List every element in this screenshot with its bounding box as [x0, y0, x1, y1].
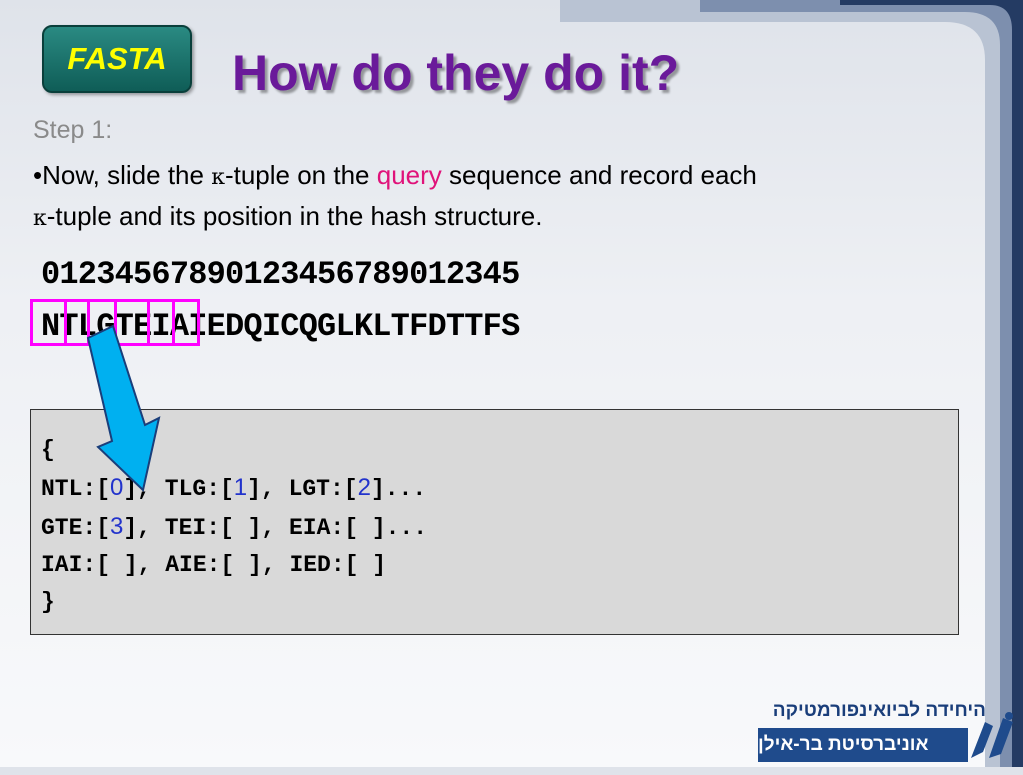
- hash-line-3: IAI:[ ], AIE:[ ], IED:[ ]: [41, 552, 387, 578]
- para-mid3: -tuple and its position in the hash stru…: [46, 201, 543, 231]
- hash-line-2: GTE:[3], TEI:[ ], EIA:[ ]...: [41, 513, 428, 541]
- hash-structure-box: { NTL:[0], TLG:[1], LGT:[2]... GTE:[3], …: [30, 409, 959, 635]
- position-digits: 01234567890123456789012345: [41, 256, 520, 293]
- position-number: 2: [357, 474, 371, 501]
- slide-title: How do they do it?: [232, 45, 680, 101]
- para-mid1: -tuple on the: [224, 160, 377, 190]
- instruction-paragraph: •Now, slide the κ-tuple on the query seq…: [33, 156, 933, 238]
- hash-line-1: NTL:[0], TLG:[1], LGT:[2]...: [41, 474, 427, 502]
- kappa-symbol: κ: [211, 165, 225, 190]
- corner-decoration: [560, 0, 1023, 767]
- para-mid2: sequence and record each: [441, 160, 757, 190]
- kappa-symbol-2: κ: [33, 206, 47, 231]
- university-name: אוניברסיטת בר-אילן: [758, 728, 968, 762]
- hash-close-brace: }: [41, 589, 55, 615]
- position-number: 3: [110, 513, 124, 540]
- fasta-badge-label: FASTA: [67, 41, 167, 76]
- hash-open-brace: {: [41, 437, 55, 463]
- tuple-highlight-box: [147, 299, 175, 346]
- arrow-icon: [86, 324, 161, 492]
- tuple-highlight-box: [30, 299, 67, 346]
- step-label: Step 1:: [33, 116, 113, 144]
- logo-mark-icon: [963, 708, 1023, 764]
- tuple-highlight-box: [87, 299, 117, 346]
- unit-name: היחידה לביואינפורמטיקה: [772, 700, 986, 721]
- tuple-highlight-box: [114, 299, 150, 346]
- position-number: 1: [233, 474, 248, 501]
- para-prefix: •Now, slide the: [33, 160, 212, 190]
- tuple-highlight-box: [172, 299, 200, 346]
- position-number: 0: [110, 474, 124, 501]
- university-logo: היחידה לביואינפורמטיקה אוניברסיטת בר-איל…: [758, 696, 1023, 767]
- query-word: query: [376, 160, 442, 190]
- fasta-badge: FASTA: [42, 25, 192, 93]
